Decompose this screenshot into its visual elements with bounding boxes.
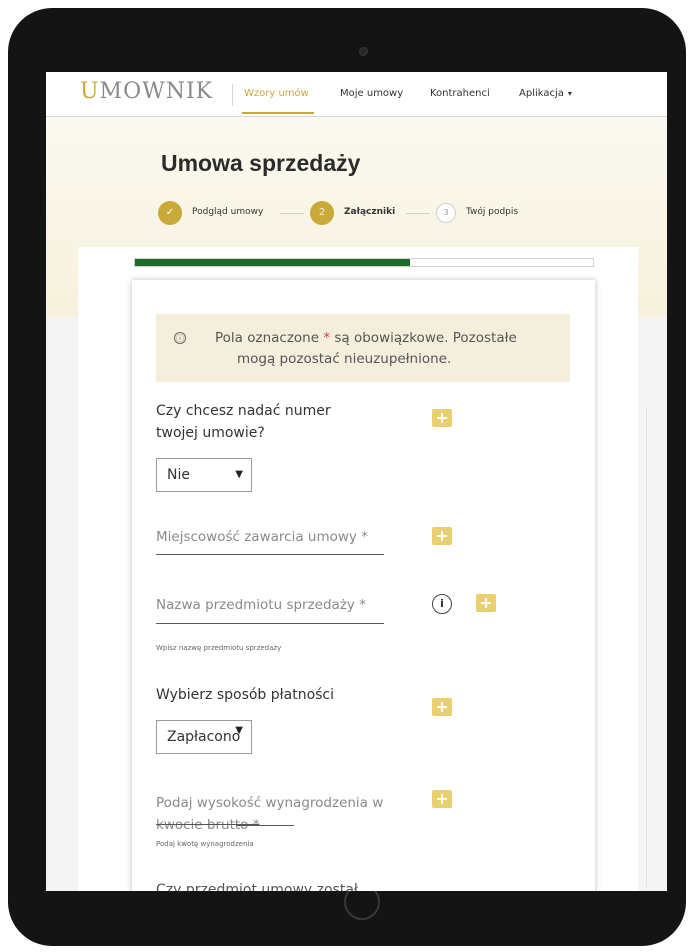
nav-item-kontrahenci[interactable]: Kontrahenci: [430, 88, 490, 99]
notice-text-start: Pola oznaczone: [215, 330, 324, 346]
contract-number-question-line2: twojej umowie?: [156, 425, 265, 441]
nav-item-aplikacja[interactable]: Aplikacja ▾: [519, 88, 572, 99]
dropdown-arrow-icon: ▼: [235, 469, 243, 480]
payment-method-select[interactable]: Zapłacono ▼: [156, 720, 252, 754]
item-name-input[interactable]: [156, 623, 384, 624]
add-note-icon[interactable]: [432, 790, 452, 808]
required-fields-notice: ⓘ Pola oznaczone * są obowiązkowe. Pozos…: [156, 314, 570, 382]
progress-fill: [135, 259, 410, 266]
nav-active-indicator: [242, 112, 314, 114]
payment-method-value: Zapłacono: [167, 729, 241, 745]
chevron-down-icon: ▾: [567, 89, 572, 98]
step-1-check-icon[interactable]: ✓: [158, 201, 182, 225]
step-2-label[interactable]: Załączniki: [344, 207, 395, 217]
contract-number-select[interactable]: Nie ▼: [156, 458, 252, 492]
contract-number-value: Nie: [167, 467, 190, 483]
panel-divider: [646, 407, 647, 887]
nav-item-wzory-umow[interactable]: Wzory umów: [244, 88, 309, 99]
step-connector: [280, 213, 304, 214]
nav-divider: [232, 84, 233, 106]
progress-bar: [134, 258, 594, 267]
logo-text: MOWNIK: [99, 79, 214, 104]
payment-method-question: Wybierz sposób płatności: [156, 687, 335, 703]
next-question-cutoff: Czy przedmiot umowy został: [156, 882, 358, 891]
step-3-label[interactable]: Twój podpis: [466, 207, 518, 217]
notice-text-line2: mogą pozostać nieuzupełnione.: [237, 351, 452, 367]
info-icon: ⓘ: [174, 332, 186, 344]
item-name-helper: Wpisz nazwę przedmiotu sprzedaży: [156, 644, 282, 652]
step-3-number[interactable]: 3: [436, 203, 456, 223]
step-1-label[interactable]: Podgląd umowy: [192, 207, 263, 217]
amount-field-label-line1: Podaj wysokość wynagrodzenia w: [156, 795, 384, 811]
nav-item-aplikacja-label: Aplikacja: [519, 88, 564, 99]
step-connector: [406, 213, 430, 214]
notice-text: Pola oznaczone * są obowiązkowe. Pozosta…: [215, 328, 555, 349]
app-screen: UMOWNIK Wzory umów Moje umowy Kontrahenc…: [46, 72, 667, 891]
place-input[interactable]: [156, 554, 384, 555]
add-note-icon[interactable]: [432, 698, 452, 716]
notice-text-end: są obowiązkowe. Pozostałe: [330, 330, 517, 346]
amount-input[interactable]: [236, 825, 294, 826]
top-navigation: UMOWNIK Wzory umów Moje umowy Kontrahenc…: [46, 72, 667, 117]
step-2-number[interactable]: 2: [310, 201, 334, 225]
contract-number-question-line1: Czy chcesz nadać numer: [156, 403, 331, 419]
add-note-icon[interactable]: [476, 594, 496, 612]
add-note-icon[interactable]: [432, 409, 452, 427]
info-circle-icon[interactable]: i: [432, 594, 452, 614]
dropdown-arrow-icon: ▼: [235, 725, 243, 736]
item-name-field-label: Nazwa przedmiotu sprzedaży *: [156, 597, 366, 613]
contract-number-question: Czy chcesz nadać numer twojej umowie?: [156, 400, 331, 444]
page-title: Umowa sprzedaży: [161, 150, 361, 176]
amount-field-label: Podaj wysokość wynagrodzenia w kwocie br…: [156, 792, 383, 836]
amount-helper: Podaj kwotę wynagrodzenia: [156, 840, 254, 848]
add-note-icon[interactable]: [432, 527, 452, 545]
app-logo[interactable]: UMOWNIK: [80, 79, 213, 104]
place-field-label: Miejscowość zawarcia umowy *: [156, 529, 368, 545]
camera-icon: [359, 47, 368, 56]
nav-item-moje-umowy[interactable]: Moje umowy: [340, 88, 403, 99]
form-card: ⓘ Pola oznaczone * są obowiązkowe. Pozos…: [132, 280, 595, 891]
logo-mark: U: [80, 79, 100, 104]
